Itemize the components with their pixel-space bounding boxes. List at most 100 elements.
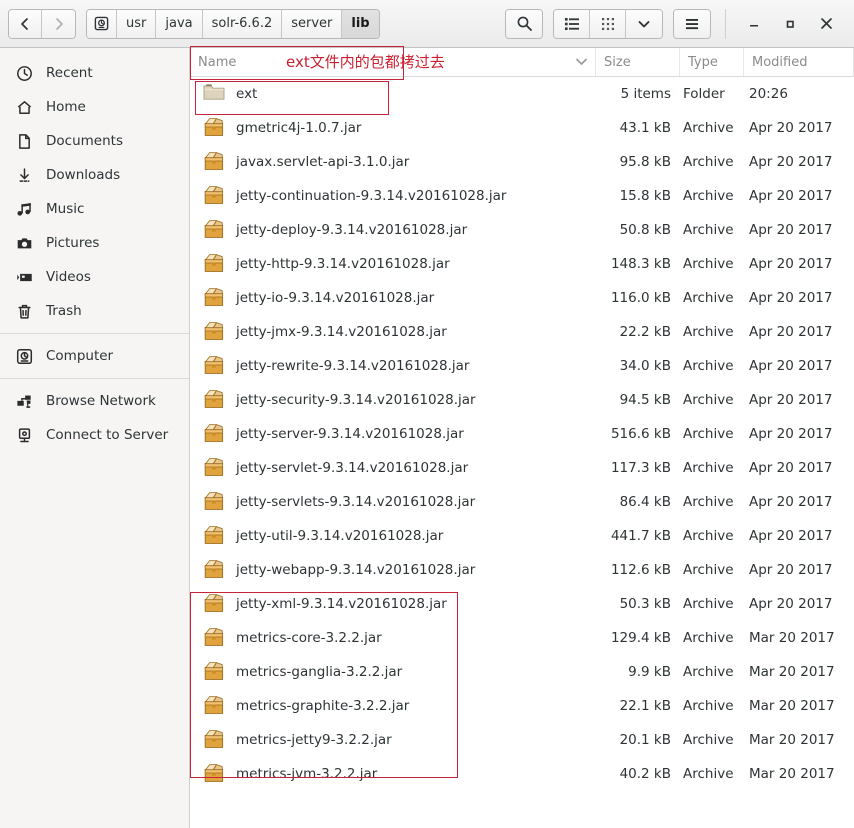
table-row[interactable]: jetty-io-9.3.14.v20161028.jar 116.0 kB Arc… <box>190 281 854 315</box>
file-type-cell: Archive <box>683 732 734 748</box>
sidebar-list: Recent Home Documents Downloads Music Picture… <box>0 56 189 452</box>
home-icon <box>17 100 31 114</box>
maximize-button[interactable] <box>772 9 808 39</box>
file-name-label: metrics-core-3.2.2.jar <box>236 630 382 646</box>
sidebar: Recent Home Documents Downloads Music Picture… <box>0 48 190 828</box>
camera-icon <box>13 235 35 252</box>
file-type-cell: Archive <box>683 766 734 782</box>
table-row[interactable]: jetty-security-9.3.14.v20161028.jar 94.5 … <box>190 383 854 417</box>
table-row[interactable]: jetty-xml-9.3.14.v20161028.jar 50.3 kB Arc… <box>190 587 854 621</box>
sidebar-item-videos[interactable]: Videos <box>0 260 189 294</box>
sidebar-item-label: Home <box>46 99 86 115</box>
column-header-modified-label: Modified <box>752 54 808 70</box>
file-name-cell: jetty-webapp-9.3.14.v20161028.jar <box>190 558 596 582</box>
file-name-cell: gmetric4j-1.0.7.jar <box>190 116 596 140</box>
back-button[interactable] <box>9 9 42 38</box>
sidebar-item-home[interactable]: Home <box>0 90 189 124</box>
table-row[interactable]: jetty-jmx-9.3.14.v20161028.jar 22.2 kB Arc… <box>190 315 854 349</box>
breadcrumb-item-solr[interactable]: solr-6.6.2 <box>202 9 283 38</box>
table-row[interactable]: jetty-util-9.3.14.v20161028.jar 441.7 kB A… <box>190 519 854 553</box>
table-row[interactable]: jetty-deploy-9.3.14.v20161028.jar 50.8 kB… <box>190 213 854 247</box>
archive-icon <box>203 456 225 480</box>
breadcrumb-item-java[interactable]: java <box>156 9 203 38</box>
archive-icon <box>204 696 224 714</box>
archive-icon <box>204 288 224 306</box>
file-type-cell: Archive <box>683 698 734 714</box>
list-view-button[interactable] <box>554 9 590 38</box>
close-button[interactable] <box>808 9 844 39</box>
breadcrumb-item-server[interactable]: server <box>282 9 343 38</box>
table-row[interactable]: metrics-jvm-3.2.2.jar 40.2 kB Archive Mar 2… <box>190 757 854 791</box>
archive-icon <box>204 118 224 136</box>
sidebar-item-computer[interactable]: Computer <box>0 339 189 373</box>
minimize-button[interactable] <box>736 9 772 39</box>
column-header-name[interactable]: Name <box>190 48 596 76</box>
file-name-label: metrics-jetty9-3.2.2.jar <box>236 732 392 748</box>
grid-view-icon <box>601 17 614 30</box>
file-modified-cell: Apr 20 2017 <box>749 188 833 204</box>
breadcrumb-item-usr[interactable]: usr <box>117 9 157 38</box>
archive-icon <box>203 694 225 718</box>
table-row[interactable]: ext 5 items Folder 20:26 <box>190 77 854 111</box>
table-row[interactable]: jetty-server-9.3.14.v20161028.jar 516.6 k… <box>190 417 854 451</box>
video-icon <box>13 269 35 286</box>
table-row[interactable]: jetty-http-9.3.14.v20161028.jar 148.3 kB A… <box>190 247 854 281</box>
table-row[interactable]: jetty-continuation-9.3.14.v20161028.jar 1… <box>190 179 854 213</box>
file-type-cell: Archive <box>683 392 734 408</box>
table-row[interactable]: jetty-servlet-9.3.14.v20161028.jar 117.3 … <box>190 451 854 485</box>
archive-icon <box>204 730 224 748</box>
archive-icon <box>204 526 224 544</box>
column-header-modified[interactable]: Modified <box>744 48 854 76</box>
forward-button[interactable] <box>42 9 75 38</box>
table-row[interactable]: javax.servlet-api-3.1.0.jar 95.8 kB Archiv… <box>190 145 854 179</box>
network-icon <box>16 395 31 408</box>
table-row[interactable]: metrics-core-3.2.2.jar 129.4 kB Archive Mar… <box>190 621 854 655</box>
sidebar-item-trash[interactable]: Trash <box>0 294 189 328</box>
file-name-label: jetty-io-9.3.14.v20161028.jar <box>236 290 435 306</box>
archive-icon <box>204 458 224 476</box>
table-row[interactable]: metrics-graphite-3.2.2.jar 22.1 kB Archive… <box>190 689 854 723</box>
breadcrumb-item-lib[interactable]: lib <box>342 9 379 38</box>
menu-button[interactable] <box>674 9 710 38</box>
file-size-cell: 40.2 kB <box>619 766 671 782</box>
file-size-cell: 34.0 kB <box>619 358 671 374</box>
column-header-size[interactable]: Size <box>596 48 680 76</box>
file-modified-cell: Apr 20 2017 <box>749 392 833 408</box>
table-row[interactable]: jetty-servlets-9.3.14.v20161028.jar 86.4 … <box>190 485 854 519</box>
table-row[interactable]: jetty-webapp-9.3.14.v20161028.jar 112.6 k… <box>190 553 854 587</box>
breadcrumb-item-computer[interactable] <box>87 9 117 38</box>
sidebar-item-documents[interactable]: Documents <box>0 124 189 158</box>
table-row[interactable]: gmetric4j-1.0.7.jar 43.1 kB Archive Apr 20 … <box>190 111 854 145</box>
column-header-size-label: Size <box>604 54 631 70</box>
file-name-label: gmetric4j-1.0.7.jar <box>236 120 362 136</box>
home-icon <box>13 99 35 116</box>
column-headers: Name Size Type Modified <box>190 48 854 77</box>
sidebar-item-pictures[interactable]: Pictures <box>0 226 189 260</box>
archive-icon <box>204 594 224 612</box>
column-header-name-label: Name <box>198 54 237 70</box>
search-icon <box>517 16 532 31</box>
hamburger-menu-icon <box>686 18 698 29</box>
archive-icon <box>204 186 224 204</box>
sidebar-item-browse-network[interactable]: Browse Network <box>0 384 189 418</box>
table-row[interactable]: metrics-ganglia-3.2.2.jar 9.9 kB Archive Ma… <box>190 655 854 689</box>
search-button-group <box>505 8 543 39</box>
table-row[interactable]: jetty-rewrite-9.3.14.v20161028.jar 34.0 k… <box>190 349 854 383</box>
archive-icon <box>203 592 225 616</box>
sidebar-item-connect-to-server[interactable]: Connect to Server <box>0 418 189 452</box>
search-button[interactable] <box>506 9 542 38</box>
sidebar-item-recent[interactable]: Recent <box>0 56 189 90</box>
close-icon <box>820 18 832 29</box>
menu-button-group <box>673 8 711 39</box>
computer-icon <box>13 348 35 365</box>
table-row[interactable]: metrics-jetty9-3.2.2.jar 20.1 kB Archive Ma… <box>190 723 854 757</box>
column-header-type[interactable]: Type <box>680 48 744 76</box>
grid-view-button[interactable] <box>590 9 626 38</box>
file-modified-cell: Apr 20 2017 <box>749 222 833 238</box>
sidebar-item-music[interactable]: Music <box>0 192 189 226</box>
view-options-button[interactable] <box>626 9 662 38</box>
camera-icon <box>17 237 31 248</box>
file-modified-cell: Apr 20 2017 <box>749 426 833 442</box>
file-name-cell: metrics-ganglia-3.2.2.jar <box>190 660 596 684</box>
sidebar-item-downloads[interactable]: Downloads <box>0 158 189 192</box>
